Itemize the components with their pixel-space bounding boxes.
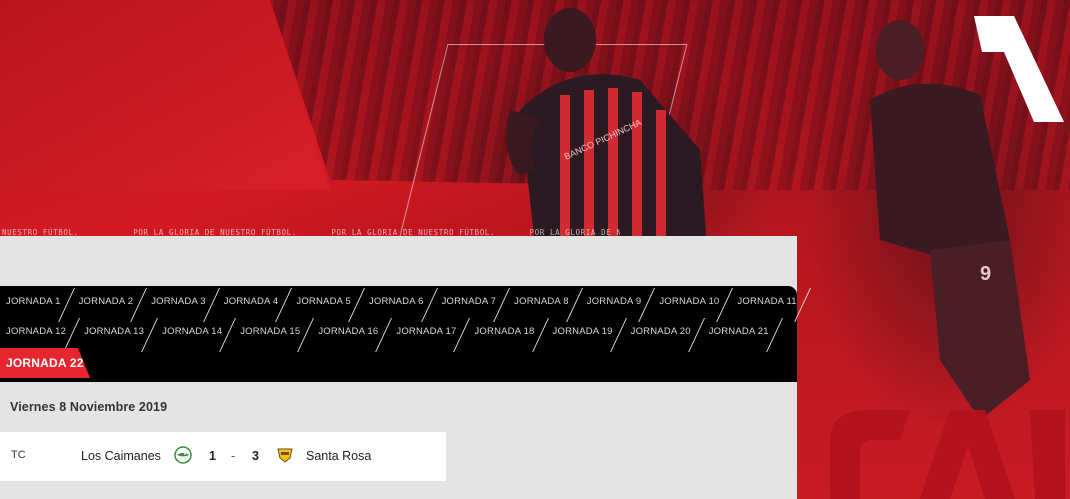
- brand-slash-icon: [974, 16, 1064, 122]
- santa-rosa-crest-icon: [277, 448, 293, 463]
- tab-jornada-15[interactable]: JORNADA 15: [234, 316, 312, 346]
- jornadas-row-1: JORNADA 1 JORNADA 2 JORNADA 3 JORNADA 4 …: [0, 286, 809, 316]
- tab-jornada-21[interactable]: JORNADA 21: [703, 316, 781, 346]
- tab-jornada-16[interactable]: JORNADA 16: [312, 316, 390, 346]
- tab-jornada-12[interactable]: JORNADA 12: [0, 316, 78, 346]
- jornadas-row-2: JORNADA 12 JORNADA 13 JORNADA 14 JORNADA…: [0, 316, 781, 346]
- slogan-marquee: NUESTRO FÚTBOL. POR LA GLORIA DE NUESTRO…: [0, 222, 620, 236]
- jornadas-row-3: JORNADA 22: [0, 348, 92, 378]
- tab-jornada-17[interactable]: JORNADA 17: [390, 316, 468, 346]
- tab-jornada-11[interactable]: JORNADA 11: [731, 286, 808, 316]
- tab-jornada-10[interactable]: JORNADA 10: [653, 286, 731, 316]
- jornadas-nav: JORNADA 1 JORNADA 2 JORNADA 3 JORNADA 4 …: [0, 286, 797, 382]
- slogan-text: POR LA GLORIA DE NUESTRO FÚTBOL.: [133, 228, 297, 236]
- svg-text:9: 9: [980, 263, 991, 285]
- score-separator: -: [231, 449, 236, 463]
- tab-jornada-6[interactable]: JORNADA 6: [363, 286, 436, 316]
- tab-jornada-20[interactable]: JORNADA 20: [625, 316, 703, 346]
- tab-jornada-2[interactable]: JORNADA 2: [73, 286, 146, 316]
- match-code: TC: [11, 449, 26, 461]
- away-score: 3: [252, 449, 259, 463]
- tab-jornada-19[interactable]: JORNADA 19: [547, 316, 625, 346]
- away-team-name: Santa Rosa: [306, 449, 372, 463]
- crocodile-crest-icon: [174, 446, 192, 464]
- tab-jornada-14[interactable]: JORNADA 14: [156, 316, 234, 346]
- slogan-text: POR LA GLORIA DE NUESTRO FÚTBOL.: [331, 228, 496, 236]
- league-logo-watermark: [830, 410, 1065, 499]
- match-row[interactable]: TC Los Caimanes 1 - 3 Santa Rosa: [0, 432, 446, 481]
- match-date-heading: Viernes 8 Noviembre 2019: [10, 400, 168, 414]
- tab-jornada-7[interactable]: JORNADA 7: [436, 286, 509, 316]
- home-score: 1: [209, 449, 216, 463]
- slogan-text: POR LA GLORIA DE NUESTRO FÚTBOL.: [529, 228, 621, 236]
- slogan-text: NUESTRO FÚTBOL.: [2, 228, 79, 236]
- tab-jornada-18[interactable]: JORNADA 18: [468, 316, 546, 346]
- tab-jornada-8[interactable]: JORNADA 8: [508, 286, 581, 316]
- tab-jornada-3[interactable]: JORNADA 3: [145, 286, 218, 316]
- tab-jornada-22-active[interactable]: JORNADA 22: [0, 348, 90, 378]
- tab-jornada-9[interactable]: JORNADA 9: [581, 286, 654, 316]
- home-team-name: Los Caimanes: [81, 449, 161, 463]
- tab-jornada-13[interactable]: JORNADA 13: [78, 316, 156, 346]
- tab-jornada-5[interactable]: JORNADA 5: [290, 286, 363, 316]
- tab-jornada-4[interactable]: JORNADA 4: [218, 286, 291, 316]
- tab-jornada-1[interactable]: JORNADA 1: [0, 286, 73, 316]
